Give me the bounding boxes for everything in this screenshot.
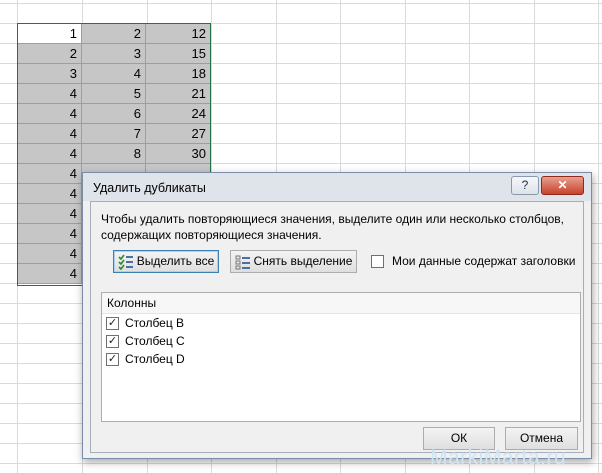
headers-checkbox-label: Мои данные содержат заголовки	[392, 254, 576, 268]
headers-checkbox[interactable]: Мои данные содержат заголовки	[371, 252, 575, 270]
remove-duplicates-dialog: Удалить дубликаты ? ✕ Чтобы удалить повт…	[82, 172, 592, 459]
columns-list[interactable]: Колонны ✓ Столбец B ✓ Столбец C ✓ Столбец D	[101, 292, 581, 422]
grid-row-line	[0, 3, 602, 4]
close-button[interactable]: ✕	[541, 176, 584, 195]
columns-list-items: ✓ Столбец B ✓ Столбец C ✓ Столбец D	[102, 314, 580, 368]
column-item-label: Столбец B	[125, 316, 185, 330]
column-item[interactable]: ✓ Столбец C	[102, 332, 580, 350]
unselect-all-button[interactable]: Снять выделение	[230, 250, 357, 273]
dialog-titlebar[interactable]: Удалить дубликаты ? ✕	[83, 173, 591, 201]
select-all-button[interactable]: Выделить все	[113, 250, 219, 273]
column-item[interactable]: ✓ Столбец B	[102, 314, 580, 332]
list-icon	[235, 255, 250, 270]
column-checkbox[interactable]: ✓	[106, 334, 119, 348]
help-button[interactable]: ?	[511, 176, 539, 195]
checklist-icon	[118, 254, 133, 270]
column-item-label: Столбец D	[125, 352, 185, 366]
dialog-description: Чтобы удалить повторяющиеся значения, вы…	[101, 212, 565, 242]
watermark: MarkiMarta.ru	[430, 446, 567, 469]
unselect-label: Снять выделение	[253, 254, 353, 268]
column-checkbox[interactable]: ✓	[106, 316, 119, 330]
dialog-body: Чтобы удалить повторяющиеся значения, вы…	[90, 201, 584, 453]
headers-checkbox-box[interactable]	[371, 254, 384, 268]
columns-list-header: Колонны	[102, 293, 580, 314]
column-item-label: Столбец C	[125, 334, 185, 348]
select-all-label: Выделить все	[136, 254, 215, 268]
column-checkbox[interactable]: ✓	[106, 352, 119, 366]
dialog-title: Удалить дубликаты	[93, 181, 206, 195]
column-item[interactable]: ✓ Столбец D	[102, 350, 580, 368]
